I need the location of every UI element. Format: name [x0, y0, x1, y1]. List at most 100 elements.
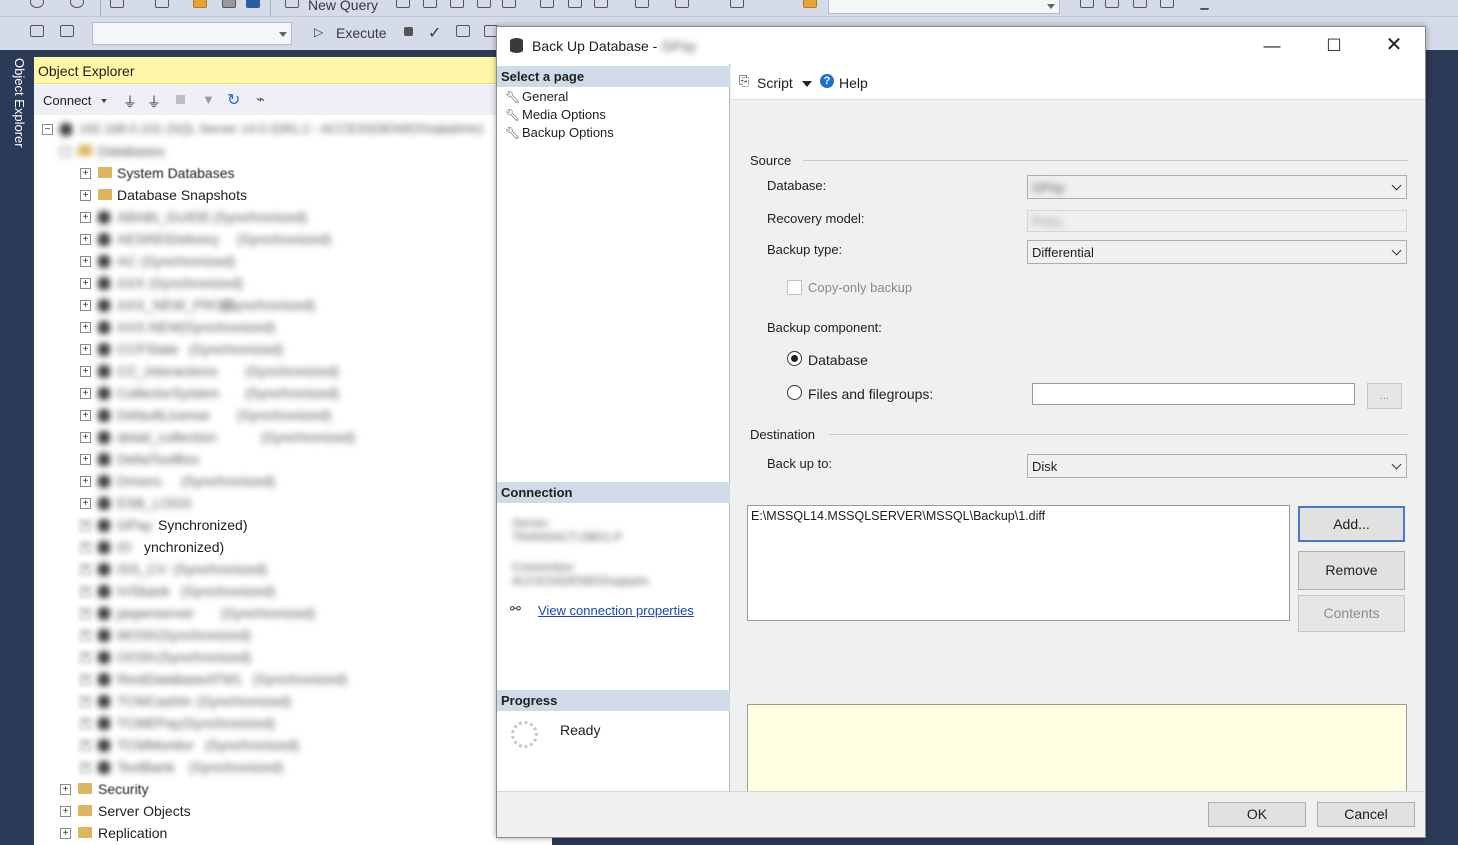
backup-type-dropdown[interactable]: Differential: [1027, 240, 1407, 264]
expand-icon[interactable]: +: [80, 168, 91, 179]
available-databases-combo[interactable]: [92, 22, 292, 45]
script-dropdown-icon[interactable]: [802, 81, 812, 87]
contents-button[interactable]: Contents: [1298, 595, 1405, 632]
execute-icon[interactable]: ▷: [314, 25, 323, 39]
copy-icon[interactable]: [568, 0, 582, 8]
expand-icon[interactable]: +: [80, 432, 91, 443]
find-icon[interactable]: [803, 0, 817, 8]
expand-icon[interactable]: +: [80, 454, 91, 465]
expand-icon[interactable]: +: [80, 652, 91, 663]
save-all-icon[interactable]: [246, 0, 260, 8]
expand-icon[interactable]: +: [80, 190, 91, 201]
stop-icon[interactable]: [176, 95, 185, 104]
filegroups-field[interactable]: [1032, 383, 1355, 405]
connect-button[interactable]: Connect: [43, 93, 91, 108]
cancel-query-icon[interactable]: [404, 27, 413, 36]
back-icon[interactable]: [30, 0, 44, 8]
expand-icon[interactable]: +: [80, 366, 91, 377]
filegroups-browse-button[interactable]: ...: [1367, 383, 1402, 409]
collapse-icon[interactable]: −: [42, 124, 53, 135]
expand-icon[interactable]: +: [60, 806, 71, 817]
activity-monitor-icon[interactable]: ⌁: [256, 90, 265, 108]
find-combo[interactable]: [828, 0, 1060, 14]
expand-icon[interactable]: +: [80, 300, 91, 311]
expand-icon[interactable]: +: [80, 586, 91, 597]
expand-icon[interactable]: +: [80, 542, 91, 553]
expand-icon[interactable]: +: [60, 784, 71, 795]
new-query-button[interactable]: New Query: [308, 0, 378, 13]
expand-icon[interactable]: +: [80, 344, 91, 355]
expand-icon[interactable]: +: [80, 476, 91, 487]
component-files-radio[interactable]: [787, 385, 802, 400]
expand-icon[interactable]: +: [80, 630, 91, 641]
dmx-query-icon[interactable]: [450, 0, 464, 8]
expand-icon[interactable]: +: [60, 828, 71, 839]
page-media-options[interactable]: 🔧︎ Media Options: [505, 107, 606, 122]
page-backup-options[interactable]: 🔧︎ Backup Options: [505, 125, 614, 140]
connect-icon[interactable]: [30, 25, 44, 37]
expand-icon[interactable]: +: [80, 608, 91, 619]
expand-icon[interactable]: +: [80, 520, 91, 531]
component-database-radio[interactable]: [787, 351, 802, 366]
customize-toolbar-icon[interactable]: [1200, 2, 1209, 10]
collapse-icon[interactable]: −: [60, 146, 71, 157]
maximize-button[interactable]: ☐: [1311, 27, 1357, 64]
ok-button[interactable]: OK: [1208, 802, 1306, 827]
expand-icon[interactable]: +: [80, 212, 91, 223]
expand-icon[interactable]: +: [80, 322, 91, 333]
script-button[interactable]: Script: [757, 75, 793, 91]
help-button[interactable]: Help: [839, 75, 868, 91]
open-folder-icon[interactable]: [193, 0, 207, 8]
close-button[interactable]: ✕: [1371, 27, 1417, 64]
expand-icon[interactable]: +: [80, 696, 91, 707]
disconnect-icon[interactable]: [60, 25, 74, 37]
redo-icon[interactable]: [675, 0, 689, 8]
expand-icon[interactable]: +: [80, 388, 91, 399]
backup-to-dropdown[interactable]: Disk: [1027, 454, 1407, 478]
new-query-icon[interactable]: [285, 0, 299, 8]
object-explorer-tab[interactable]: Object Explorer: [12, 58, 27, 148]
expand-icon[interactable]: +: [80, 718, 91, 729]
save-icon[interactable]: [222, 0, 236, 8]
parse-icon[interactable]: ✓: [428, 23, 441, 43]
connect-dropdown-icon[interactable]: [101, 99, 107, 103]
filter-icon[interactable]: ▼: [202, 92, 215, 107]
minimize-button[interactable]: —: [1249, 27, 1295, 64]
page-general[interactable]: 🔧︎ General: [505, 89, 568, 104]
expand-icon[interactable]: +: [80, 564, 91, 575]
cancel-button[interactable]: Cancel: [1317, 802, 1415, 827]
copy-only-checkbox[interactable]: [787, 280, 802, 295]
destination-list-item[interactable]: E:\MSSQL14.MSSQLSERVER\MSSQL\Backup\1.di…: [751, 509, 1289, 523]
expand-icon[interactable]: +: [80, 278, 91, 289]
execute-button[interactable]: Execute: [336, 25, 387, 41]
add-destination-button[interactable]: Add...: [1298, 506, 1405, 542]
xmla-query-icon[interactable]: [477, 0, 491, 8]
cut-icon[interactable]: [540, 0, 554, 8]
toolbox-icon[interactable]: [1133, 0, 1147, 8]
activity-monitor-icon[interactable]: [730, 0, 744, 8]
disconnect-object-icon[interactable]: ⏚: [147, 92, 161, 112]
window-icon[interactable]: [1160, 0, 1174, 8]
view-connection-properties-link[interactable]: View connection properties: [538, 603, 694, 618]
connect-object-icon[interactable]: ⏚: [123, 92, 137, 112]
expand-icon[interactable]: +: [80, 740, 91, 751]
expand-icon[interactable]: +: [80, 674, 91, 685]
display-plan-icon[interactable]: [456, 25, 470, 37]
new-project-icon[interactable]: [110, 0, 124, 8]
expand-icon[interactable]: +: [80, 234, 91, 245]
database-engine-query-icon[interactable]: [396, 0, 410, 8]
expand-icon[interactable]: +: [80, 498, 91, 509]
forward-icon[interactable]: [70, 0, 84, 8]
undo-icon[interactable]: [635, 0, 649, 8]
expand-icon[interactable]: +: [80, 762, 91, 773]
properties-icon[interactable]: [1105, 0, 1119, 8]
expand-icon[interactable]: +: [80, 410, 91, 421]
open-file-icon[interactable]: [155, 0, 169, 8]
destination-list[interactable]: E:\MSSQL14.MSSQLSERVER\MSSQL\Backup\1.di…: [747, 505, 1290, 621]
refresh-icon[interactable]: ↻: [227, 90, 240, 110]
remove-destination-button[interactable]: Remove: [1298, 551, 1405, 590]
paste-icon[interactable]: [594, 0, 608, 8]
database-dropdown[interactable]: GPay: [1027, 175, 1407, 199]
mdx-query-icon[interactable]: [423, 0, 437, 8]
expand-icon[interactable]: +: [80, 256, 91, 267]
